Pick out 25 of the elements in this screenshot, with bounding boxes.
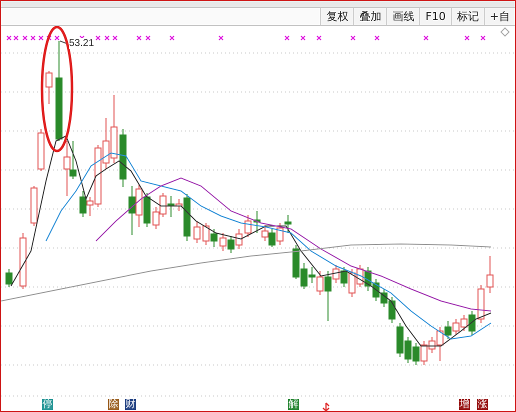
diamond-icon (500, 27, 510, 37)
price-label: 53.21 (69, 38, 94, 49)
candle (46, 70, 52, 104)
toolbar-button[interactable]: +自 (484, 8, 515, 25)
candle (38, 128, 44, 172)
toolbar-button[interactable]: 叠加 (353, 8, 386, 25)
event-badge[interactable]: 增 (459, 399, 470, 410)
candle (486, 256, 494, 294)
event-badge[interactable]: 除 (108, 399, 119, 410)
candle (244, 214, 252, 238)
candle (20, 232, 26, 290)
toolbar-button[interactable]: 画线 (386, 8, 420, 25)
candle (6, 268, 12, 288)
event-badge[interactable]: 解 (288, 399, 299, 410)
leader-line (60, 40, 68, 44)
candle (120, 128, 126, 188)
toolbar-button[interactable]: 复权 (320, 8, 354, 25)
arrow-mark-icon (322, 402, 330, 411)
candle (30, 186, 38, 226)
candle (194, 220, 200, 244)
toolbar-button[interactable]: 标记 (450, 8, 484, 25)
event-badge[interactable]: 财 (125, 399, 136, 410)
toolbar-button[interactable]: F10 (419, 8, 451, 25)
event-badge[interactable]: 涨 (477, 399, 488, 410)
candle (478, 284, 484, 324)
